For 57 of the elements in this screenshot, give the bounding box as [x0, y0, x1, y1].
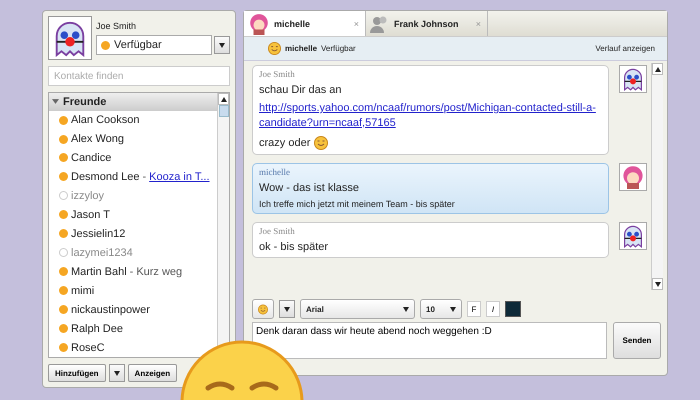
contact-item[interactable]: lazymei1234 [49, 243, 133, 262]
color-swatch[interactable] [505, 301, 521, 317]
message-link[interactable]: http://sports.yahoo.com/ncaaf/rumors/post/Michigan-contacted-still-a-candidate?urn=ncaaf,57165 [259, 101, 602, 131]
status-dropdown[interactable]: Verfügbar [96, 35, 212, 55]
message-bubble: Joe Smith schau Dir das an http://sports.yahoo.com/ncaaf/rumors/post/Michigan-contacted-still-a-candidate?urn=ncaaf,57165 crazy oder [252, 65, 609, 155]
contact-item[interactable]: Jason T [49, 205, 110, 224]
up-arrow-icon [220, 96, 226, 102]
contact-item[interactable]: RoseC [49, 338, 105, 357]
history-link[interactable]: Verlauf anzeigen [595, 44, 655, 53]
view-button[interactable]: Anzeigen [128, 364, 178, 382]
user-name: Joe Smith [96, 21, 138, 31]
laughing-icon [314, 136, 328, 150]
contact-item[interactable]: nickaustinpower [49, 300, 150, 320]
contact-item[interactable]: mimi [49, 281, 94, 300]
status-link[interactable]: Kooza in T... [149, 170, 210, 183]
font-dropdown[interactable]: Arial [300, 299, 415, 319]
expand-icon [52, 98, 59, 106]
caret-icon [654, 282, 660, 286]
caret-icon [114, 370, 120, 376]
message-bubble: Joe Smith ok - bis später [252, 222, 609, 258]
emoticon-button[interactable] [252, 299, 274, 319]
message-bubble: michelle Wow - das ist klasse Ich treffe mich jetzt mit meinem Team - bis später [252, 162, 609, 214]
contact-item[interactable]: Jessielin12 [49, 224, 126, 244]
contact-item[interactable]: Candice [49, 148, 112, 168]
smiley-icon [258, 302, 268, 316]
contact-item[interactable]: Martin Bahl - Kurz weg [49, 262, 182, 282]
contact-item[interactable]: Alex Wong [49, 130, 124, 148]
chat-tab[interactable]: michelle × [244, 11, 366, 36]
caret-icon [403, 306, 409, 312]
search-field[interactable]: Kontakte finden [48, 66, 230, 86]
size-dropdown[interactable]: 10 [420, 299, 462, 319]
scrollbar[interactable] [651, 63, 663, 290]
dropdown-button[interactable] [108, 364, 125, 382]
contact-item[interactable]: izzyloy [49, 186, 104, 206]
send-button[interactable]: Senden [613, 322, 661, 359]
chat-header: michelle Verfügbar Verlauf anzeigen [244, 37, 667, 61]
chat-tab[interactable]: Frank Johnson × [366, 11, 488, 36]
status-dot-icon [101, 40, 110, 50]
italic-button[interactable]: I [486, 301, 500, 317]
bold-button[interactable]: F [467, 301, 481, 317]
up-arrow-icon [654, 66, 660, 72]
contact-item[interactable]: Alan Cookson [49, 110, 140, 130]
add-button[interactable]: Hinzufügen [48, 364, 106, 382]
group-name: Freunde [63, 96, 106, 108]
status-message: Kurz weg [136, 266, 182, 278]
girl-avatar-icon [248, 12, 270, 34]
contact-item[interactable]: Ralph Dee [49, 319, 123, 338]
caret-icon [219, 42, 225, 48]
message-input[interactable]: Denk daran dass wir heute abend noch weggehen :D [252, 322, 607, 359]
group-header[interactable]: Freunde [49, 93, 217, 111]
scrollbar[interactable] [218, 93, 229, 117]
caret-icon [284, 306, 290, 312]
caret-icon [450, 306, 456, 312]
dropdown-button[interactable] [279, 300, 295, 318]
status-icon [268, 42, 281, 55]
contact-item[interactable]: Desmond Lee - Kooza in T... [49, 167, 210, 186]
dropdown-button[interactable] [214, 36, 230, 54]
